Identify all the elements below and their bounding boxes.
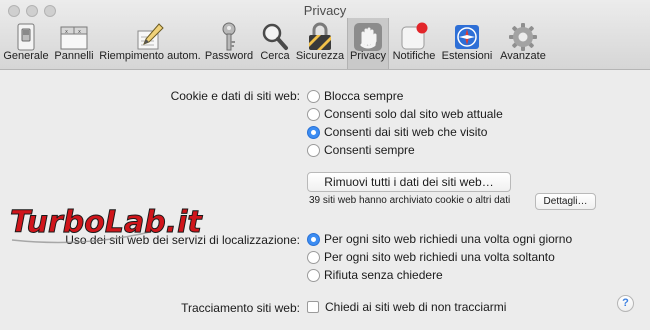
radio-blocca-sempre[interactable]: Blocca sempre — [307, 88, 403, 104]
radio-rifiuta-senza-chiedere[interactable]: Rifiuta senza chiedere — [307, 267, 443, 283]
do-not-track-checkbox[interactable]: Chiedi ai siti web di non tracciarmi — [307, 300, 506, 314]
radio-label: Consenti solo dal sito web attuale — [324, 107, 503, 121]
tabs-icon: x x — [60, 26, 88, 50]
toolbar-label: Estensioni — [441, 50, 493, 62]
stored-data-info: 39 siti web hanno archiviato cookie o al… — [309, 195, 511, 206]
toolbar-label: Pannelli — [54, 50, 94, 62]
toolbar-label: Sicurezza — [295, 50, 345, 62]
notification-icon — [401, 22, 428, 50]
tracking-label: Tracciamento siti web: — [181, 301, 300, 315]
radio-button[interactable] — [307, 143, 320, 157]
radio-button-selected[interactable] — [307, 232, 320, 246]
toolbar-item-estensioni[interactable]: Estensioni — [439, 18, 495, 69]
radio-label: Consenti dai siti web che visito — [324, 125, 488, 139]
toolbar-item-cerca[interactable]: Cerca — [257, 18, 293, 69]
toolbar-item-riempimento[interactable]: Riempimento autom. — [99, 18, 201, 69]
hand-icon — [354, 23, 382, 51]
key-icon — [222, 22, 236, 51]
radio-button[interactable] — [307, 268, 320, 282]
radio-label: Blocca sempre — [324, 89, 404, 103]
radio-consenti-solo-attuale[interactable]: Consenti solo dal sito web attuale — [307, 106, 503, 122]
toolbar-label: Cerca — [260, 50, 290, 62]
radio-button[interactable] — [307, 250, 320, 264]
radio-label: Per ogni sito web richiedi una volta sol… — [324, 250, 555, 264]
toolbar-item-privacy[interactable]: Privacy — [347, 18, 389, 69]
radio-richiedi-ogni-giorno[interactable]: Per ogni sito web richiedi una volta ogn… — [307, 231, 572, 247]
pencil-icon — [137, 23, 164, 50]
checkbox-label: Chiedi ai siti web di non tracciarmi — [325, 300, 507, 314]
toolbar-label: Avanzate — [500, 50, 546, 62]
svg-text:x: x — [78, 29, 81, 35]
radio-consenti-sempre[interactable]: Consenti sempre — [307, 142, 415, 158]
cookies-label: Cookie e dati di siti web: — [170, 89, 300, 103]
radio-button[interactable] — [307, 89, 320, 103]
toolbar-label: Privacy — [349, 50, 387, 62]
radio-richiedi-una-volta[interactable]: Per ogni sito web richiedi una volta sol… — [307, 249, 555, 265]
radio-button-selected[interactable] — [307, 125, 320, 139]
toolbar-label: Riempimento autom. — [99, 50, 201, 62]
svg-text:TurboLab.it: TurboLab.it — [10, 205, 203, 240]
checkbox-box[interactable] — [307, 301, 319, 313]
toolbar-label: Password — [204, 50, 254, 62]
svg-text:x: x — [65, 29, 68, 35]
radio-consenti-siti-visitati[interactable]: Consenti dai siti web che visito — [307, 124, 487, 140]
preferences-window: Privacy Generale x x Pannelli Riempiment… — [0, 0, 650, 330]
toolbar: Privacy Generale x x Pannelli Riempiment… — [0, 0, 650, 70]
toolbar-item-notifiche[interactable]: Notifiche — [391, 18, 437, 69]
radio-label: Rifiuta senza chiedere — [324, 268, 443, 282]
magnifier-icon — [262, 23, 288, 50]
gear-icon — [509, 23, 537, 51]
toolbar-item-avanzate[interactable]: Avanzate — [497, 18, 549, 69]
toolbar-item-password[interactable]: Password — [203, 18, 255, 69]
radio-label: Per ogni sito web richiedi una volta ogn… — [324, 232, 573, 246]
details-button[interactable]: Dettagli… — [535, 193, 596, 210]
toolbar-item-pannelli[interactable]: x x Pannelli — [51, 18, 97, 69]
toolbar-item-sicurezza[interactable]: Sicurezza — [295, 18, 345, 69]
radio-button[interactable] — [307, 107, 320, 121]
puzzle-icon — [455, 25, 479, 49]
switch-icon — [17, 23, 35, 51]
remove-website-data-button[interactable]: Rimuovi tutti i dati dei siti web… — [307, 172, 511, 192]
padlock-icon — [309, 22, 331, 50]
turbolab-watermark-logo: TurboLab.it — [10, 205, 204, 244]
radio-label: Consenti sempre — [324, 143, 415, 157]
toolbar-item-generale[interactable]: Generale — [3, 18, 49, 69]
toolbar-label: Generale — [3, 50, 49, 62]
help-button[interactable]: ? — [617, 295, 634, 312]
window-title: Privacy — [303, 3, 347, 18]
toolbar-label: Notifiche — [392, 50, 436, 62]
